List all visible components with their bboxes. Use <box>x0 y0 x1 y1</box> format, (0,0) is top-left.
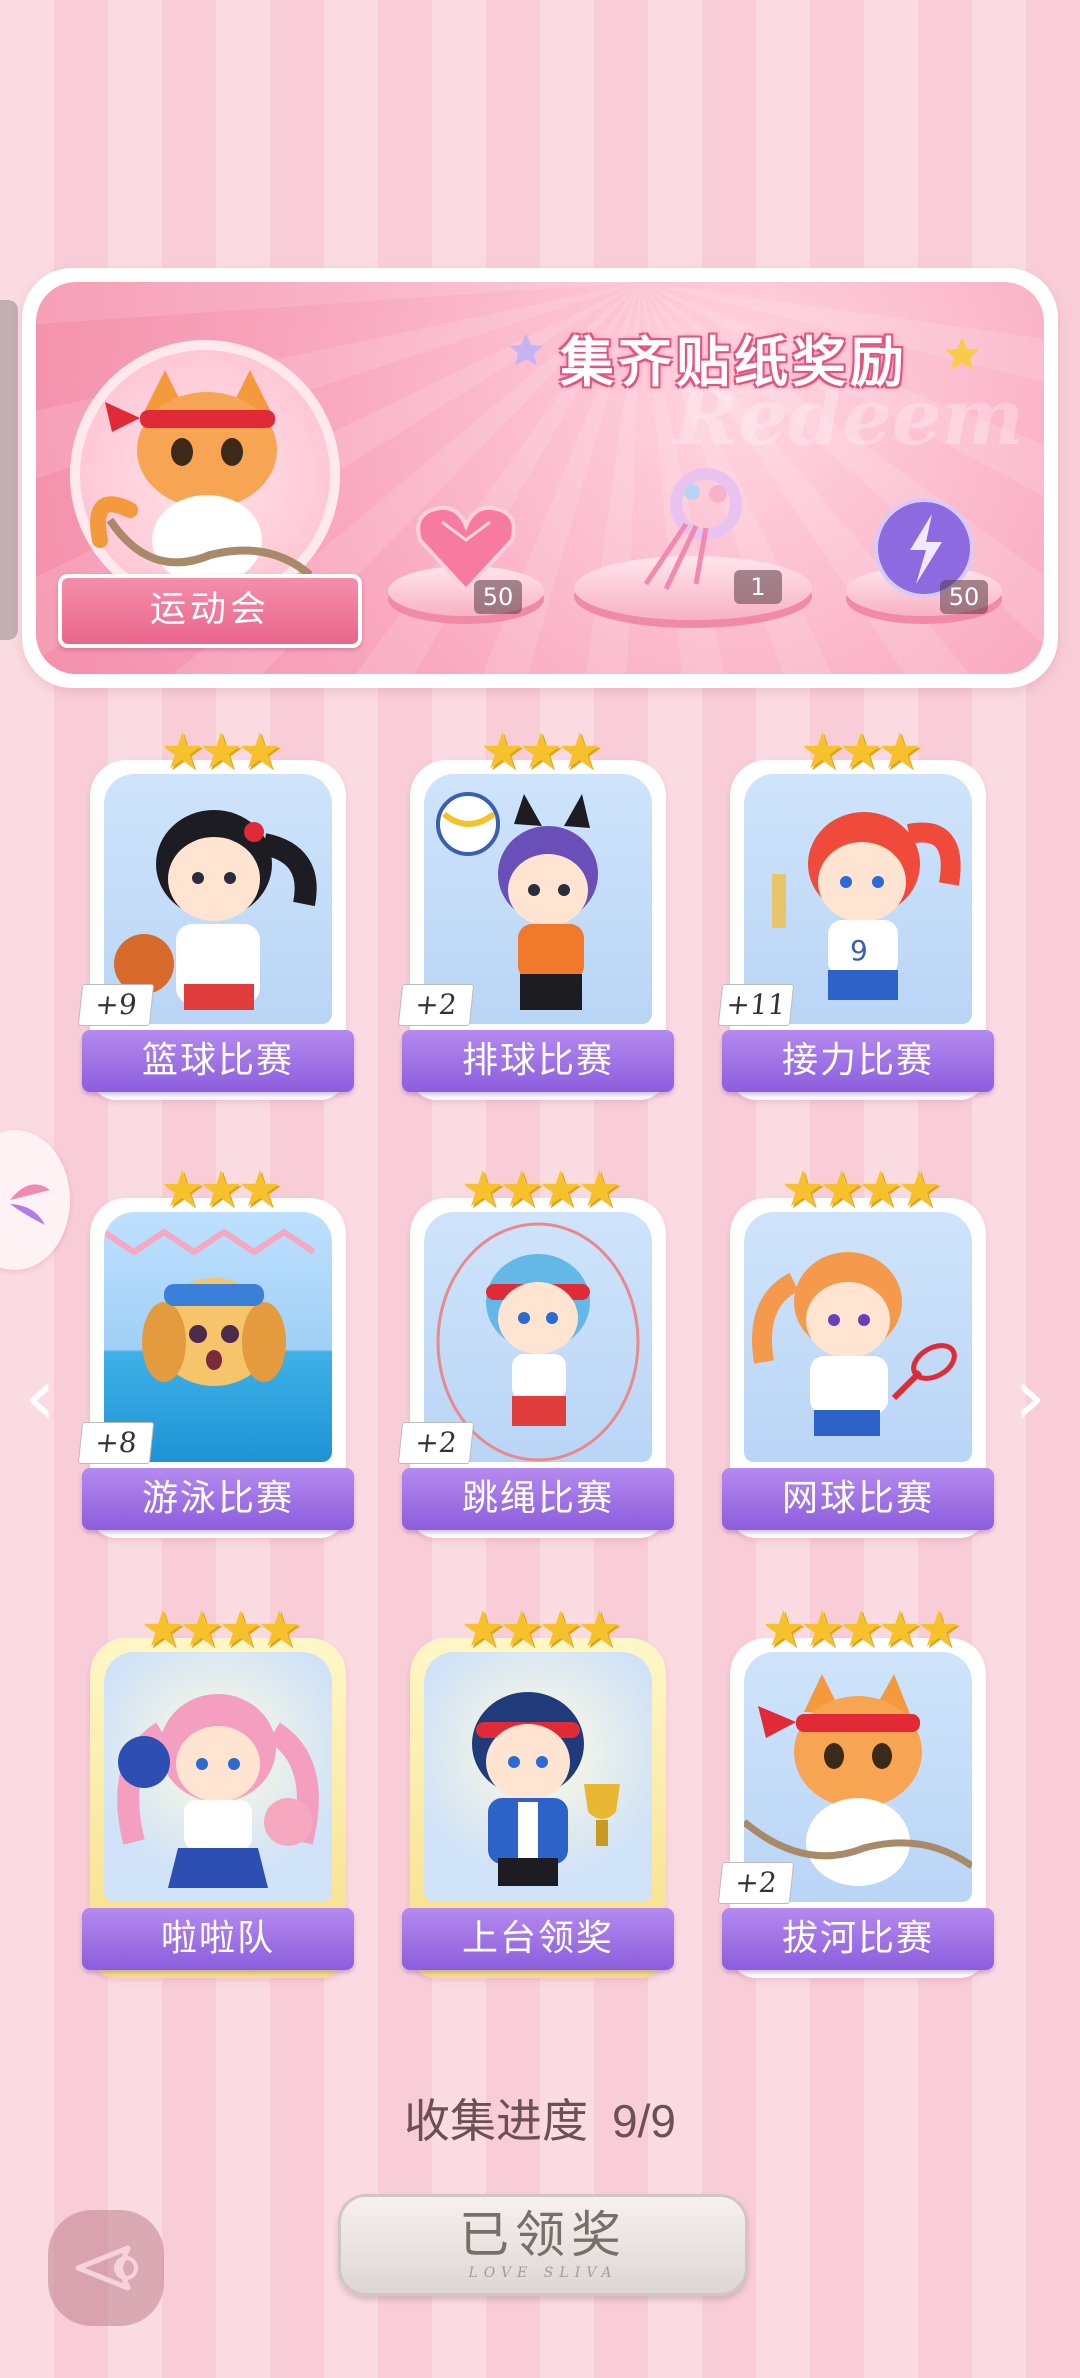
lavender-star-icon <box>509 333 543 366</box>
progress-value: 9/9 <box>612 2095 676 2147</box>
sticker-card[interactable]: ★★★★ 啦啦队 <box>82 1604 354 1978</box>
reward-count-badge: 50 <box>940 580 988 614</box>
card-label: 上台领奖 <box>402 1908 674 1970</box>
duplicate-count: +2 <box>717 1862 795 1904</box>
side-menu-flower-button[interactable] <box>0 1130 70 1270</box>
gold-star-icon <box>945 337 979 370</box>
svg-text:9: 9 <box>850 934 868 967</box>
card-label: 篮球比赛 <box>82 1030 354 1092</box>
sticker-card[interactable]: ★★★ +8 游泳比赛 <box>77 1164 354 1538</box>
card-label: 拔河比赛 <box>722 1908 994 1970</box>
duplicate-count: +2 <box>397 984 475 1026</box>
star-rating: ★★★★ <box>460 1600 621 1658</box>
star-rating: ★★★★★ <box>760 1600 961 1658</box>
duplicate-count: +9 <box>77 984 155 1026</box>
star-rating: ★★★★ <box>140 1600 301 1658</box>
star-rating: ★★★ <box>799 722 922 780</box>
card-label: 网球比赛 <box>722 1468 994 1530</box>
card-label: 啦啦队 <box>82 1908 354 1970</box>
star-rating: ★★★ <box>159 1160 282 1218</box>
sticker-card[interactable]: ★★★★ 网球比赛 <box>722 1164 994 1538</box>
card-label: 跳绳比赛 <box>402 1468 674 1530</box>
back-arrow-icon <box>75 2245 138 2291</box>
duplicate-count: +8 <box>77 1422 155 1464</box>
card-label: 游泳比赛 <box>82 1468 354 1530</box>
collection-progress: 收集进度 9/9 <box>0 2085 1080 2151</box>
reward-count-badge: 1 <box>734 570 782 604</box>
claimed-button[interactable]: 已领奖 LOVE SLIVA <box>338 2194 748 2296</box>
claim-button-sublabel: LOVE SLIVA <box>468 2265 618 2281</box>
star-rating: ★★★ <box>159 722 282 780</box>
reward-count-badge: 50 <box>474 580 522 614</box>
duplicate-count: +11 <box>717 984 795 1026</box>
side-drawer-handle[interactable] <box>0 300 18 640</box>
cat-mascot-avatar <box>70 340 340 610</box>
sticker-card[interactable]: ★★★ +9 篮球比赛 <box>77 726 354 1100</box>
sticker-card[interactable]: ★★★★ +2 跳绳比赛 <box>397 1164 674 1538</box>
banner-title: 集齐贴纸奖励 <box>560 330 908 394</box>
back-button[interactable] <box>48 2210 164 2326</box>
star-rating: ★★★★ <box>780 1160 941 1218</box>
progress-label: 收集进度 <box>404 2094 589 2148</box>
event-label: 运动会 <box>58 574 362 648</box>
card-label: 接力比赛 <box>722 1030 994 1092</box>
sticker-card[interactable]: ★★★★★ +2 拔河比赛 <box>717 1604 994 1978</box>
duplicate-count: +2 <box>397 1422 475 1464</box>
star-rating: ★★★★ <box>460 1160 621 1218</box>
claim-button-label: 已领奖 <box>459 2206 627 2264</box>
flower-icon <box>10 1184 50 1225</box>
sticker-card[interactable]: ★★★ +2 排球比赛 <box>397 726 674 1100</box>
chevron-right-icon[interactable]: › <box>1014 1350 1046 1443</box>
chevron-left-icon[interactable]: ‹ <box>24 1350 56 1443</box>
sticker-card[interactable]: 9 ★★★ +11 接力比赛 <box>717 726 994 1100</box>
sticker-card[interactable]: ★★★★ 上台领奖 <box>402 1604 674 1978</box>
card-label: 排球比赛 <box>402 1030 674 1092</box>
star-rating: ★★★ <box>479 722 602 780</box>
